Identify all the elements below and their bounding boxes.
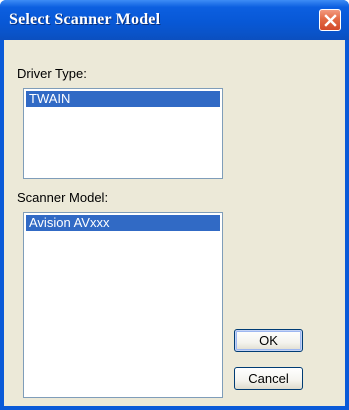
select-scanner-model-dialog: Select Scanner Model Driver Type: TWAIN …: [0, 0, 349, 410]
scanner-model-item-avision[interactable]: Avision AVxxx: [26, 215, 220, 231]
scanner-model-listbox[interactable]: Avision AVxxx: [23, 212, 223, 398]
dialog-body: Driver Type: TWAIN Scanner Model: Avisio…: [4, 40, 345, 406]
driver-type-item-twain[interactable]: TWAIN: [26, 91, 220, 107]
scanner-model-label: Scanner Model:: [17, 190, 109, 205]
cancel-button[interactable]: Cancel: [234, 367, 303, 390]
window-title: Select Scanner Model: [9, 11, 161, 28]
close-button[interactable]: [319, 9, 341, 31]
ok-button[interactable]: OK: [234, 329, 303, 352]
driver-type-label: Driver Type:: [17, 66, 87, 81]
driver-type-listbox[interactable]: TWAIN: [23, 88, 223, 179]
title-bar[interactable]: Select Scanner Model: [0, 0, 349, 40]
